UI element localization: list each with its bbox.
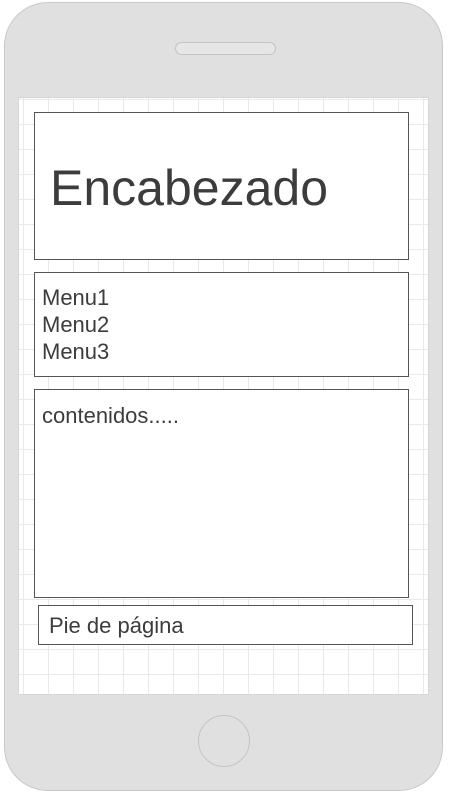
menu-item-1[interactable]: Menu1 — [42, 284, 408, 311]
content-text: contenidos..... — [42, 403, 179, 428]
phone-screen: Encabezado Menu1 Menu2 Menu3 contenidos.… — [18, 97, 429, 695]
content-box: contenidos..... — [34, 389, 409, 598]
footer-text: Pie de página — [49, 613, 184, 638]
menu-item-3[interactable]: Menu3 — [42, 338, 408, 365]
header-title: Encabezado — [50, 160, 329, 216]
phone-speaker — [175, 42, 276, 55]
header-box: Encabezado — [34, 112, 409, 260]
home-button — [198, 715, 250, 767]
menu-item-2[interactable]: Menu2 — [42, 311, 408, 338]
menu-box: Menu1 Menu2 Menu3 — [34, 272, 409, 377]
phone-frame: Encabezado Menu1 Menu2 Menu3 contenidos.… — [4, 2, 443, 791]
footer-box: Pie de página — [38, 605, 413, 645]
